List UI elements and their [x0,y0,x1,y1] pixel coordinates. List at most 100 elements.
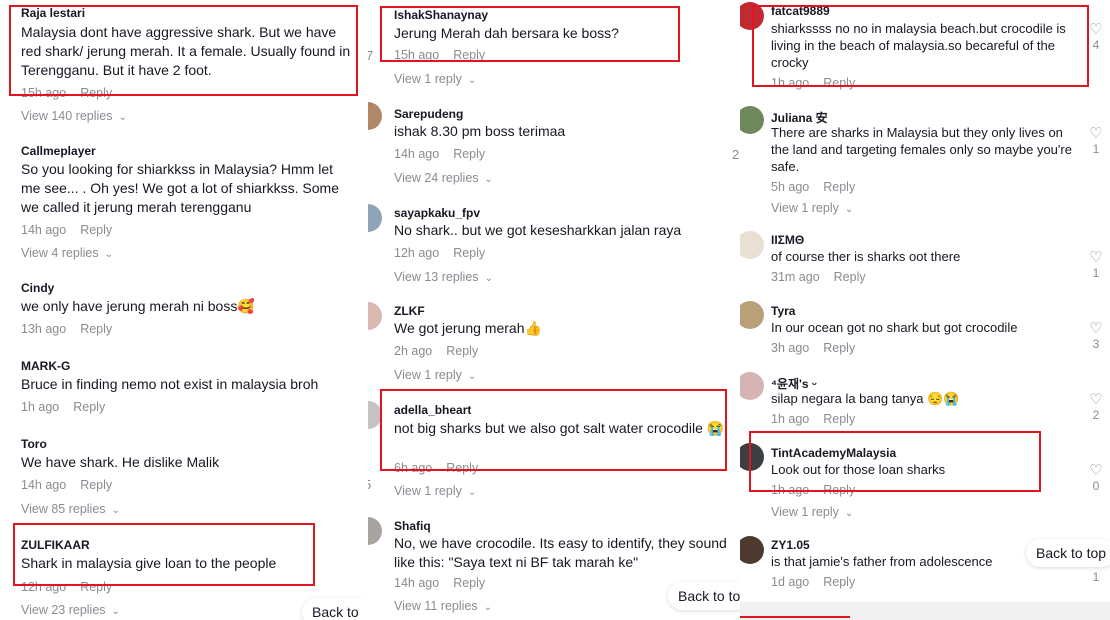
back-to-top-button[interactable]: Back to top [1026,539,1110,567]
comment-username[interactable]: Toro [21,437,47,451]
chevron-down-icon: ⌄ [844,204,854,215]
chevron-down-icon: ⌄ [111,505,120,516]
view-replies-label: View 85 replies [21,502,106,516]
like-button[interactable]: ♡ 2 [1088,392,1104,423]
view-replies-button[interactable]: View 11 replies ⌄ [394,599,492,613]
view-replies-button[interactable]: View 1 reply ⌄ [394,368,476,382]
comment-time: 1h ago [21,400,60,414]
comment-time: 12h ago [394,246,440,260]
comment-meta: 1h ago Reply [21,400,105,414]
view-replies-button[interactable]: View 1 reply ⌄ [771,201,853,215]
like-button[interactable]: ♡ 4 [1088,22,1104,53]
avatar[interactable] [368,102,382,130]
comment-meta: 31m ago Reply [771,270,866,284]
like-button[interactable]: ♡ 3 [1088,321,1104,352]
view-replies-button[interactable]: View 23 replies ⌄ [21,603,120,617]
comment-time: 2h ago [394,344,433,358]
comment-username[interactable]: Shafiq [394,519,431,533]
comment-time: 13h ago [21,322,67,336]
comment-username[interactable]: Tyra [771,304,795,318]
comment-meta: 2h ago Reply [394,344,478,358]
avatar[interactable] [740,372,764,400]
like-count: 4 [1092,38,1100,52]
view-replies-button[interactable]: View 140 replies ⌄ [21,109,127,123]
chevron-down-icon: ⌄ [118,112,127,123]
reply-button[interactable]: Reply [80,223,112,237]
highlight-box [9,5,358,96]
view-replies-button[interactable]: View 13 replies ⌄ [394,270,493,284]
view-replies-label: View 140 replies [21,109,113,123]
comment-text: We got jerung merah👍 [394,320,542,336]
reply-button[interactable]: Reply [823,412,855,426]
reply-button[interactable]: Reply [446,344,478,358]
view-replies-label: View 13 replies [394,270,479,284]
view-replies-button[interactable]: View 1 reply ⌄ [394,72,476,86]
reply-button[interactable]: Reply [823,180,855,194]
comment-username[interactable]: ZLKF [394,304,425,318]
back-to-top-button[interactable]: Back to t [302,598,362,620]
chevron-down-icon: ⌄ [484,273,493,284]
comment-text: So you looking for shiarkkss in Malaysia… [21,161,339,215]
reply-button[interactable]: Reply [834,270,866,284]
stray-text: 2 [732,147,740,162]
comment-username[interactable]: Callmeplayer [21,144,96,158]
avatar[interactable] [368,204,382,232]
comment-time: 31m ago [771,270,820,284]
back-to-top-button[interactable]: Back to to [668,582,740,610]
view-replies-button[interactable]: View 1 reply ⌄ [771,505,853,519]
stray-text: 5 [368,477,371,492]
comment-username[interactable]: MARK-G [21,359,70,373]
comment-time: 14h ago [394,147,440,161]
view-replies-label: View 1 reply [771,201,839,215]
comment-meta: 5h ago Reply [771,180,855,194]
like-button[interactable]: ♡ 1 [1088,126,1104,157]
like-button[interactable]: ♡ 0 [1088,463,1104,494]
highlight-box [752,5,1089,87]
like-button[interactable]: ♡ 1 [1088,250,1104,281]
avatar[interactable] [368,517,382,545]
comment-username[interactable]: sayapkaku_fpv [394,206,480,220]
reply-button[interactable]: Reply [80,322,112,336]
avatar[interactable] [740,231,764,259]
comment-meta: 14h ago Reply [21,223,112,237]
like-count: 1 [1092,142,1100,156]
comment-username[interactable]: Sarepudeng [394,107,463,121]
comments-column-2: IshakShanaynay Jerung Merah dah bersara … [368,0,740,620]
avatar[interactable] [368,302,382,330]
reply-button[interactable]: Reply [73,400,105,414]
like-count: 2 [1092,408,1100,422]
like-count: 0 [1092,479,1100,493]
avatar[interactable] [740,106,764,134]
stray-text: 7 [368,48,374,63]
view-replies-button[interactable]: View 4 replies ⌄ [21,246,113,260]
comment-meta: 1h ago Reply [771,412,855,426]
avatar[interactable] [740,536,764,564]
reply-button[interactable]: Reply [823,575,855,589]
reply-button[interactable]: Reply [453,576,485,590]
comment-meta: 14h ago Reply [394,576,485,590]
reply-button[interactable]: Reply [823,341,855,355]
reply-button[interactable]: Reply [453,246,485,260]
comment-time: 5h ago [771,180,810,194]
avatar[interactable] [740,301,764,329]
like-button[interactable]: 1 [1088,570,1104,584]
highlight-box [749,431,1041,492]
reply-button[interactable]: Reply [80,478,112,492]
comment-meta: 1d ago Reply [771,575,855,589]
reply-button[interactable]: Reply [453,147,485,161]
view-replies-button[interactable]: View 1 reply ⌄ [394,484,476,498]
comment-text: In our ocean got no shark but got crocod… [771,320,1018,335]
comments-column-1: Raja lestari Malaysia dont have aggressi… [0,0,362,620]
comment-username[interactable]: ΙΙΣΜΘ [771,233,804,247]
comment-username[interactable]: Cindy [21,281,54,295]
chevron-down-icon: ⌄ [467,487,477,498]
comment-username[interactable]: ZY1.05 [771,538,810,552]
comment-text: We have shark. He dislike Malik [21,454,220,470]
comment-meta: 3h ago Reply [771,341,855,355]
comment-time: 1d ago [771,575,810,589]
view-replies-button[interactable]: View 24 replies ⌄ [394,171,493,185]
view-replies-label: View 23 replies [21,603,106,617]
comment-time: 14h ago [394,576,440,590]
comment-time: 14h ago [21,223,67,237]
view-replies-button[interactable]: View 85 replies ⌄ [21,502,120,516]
